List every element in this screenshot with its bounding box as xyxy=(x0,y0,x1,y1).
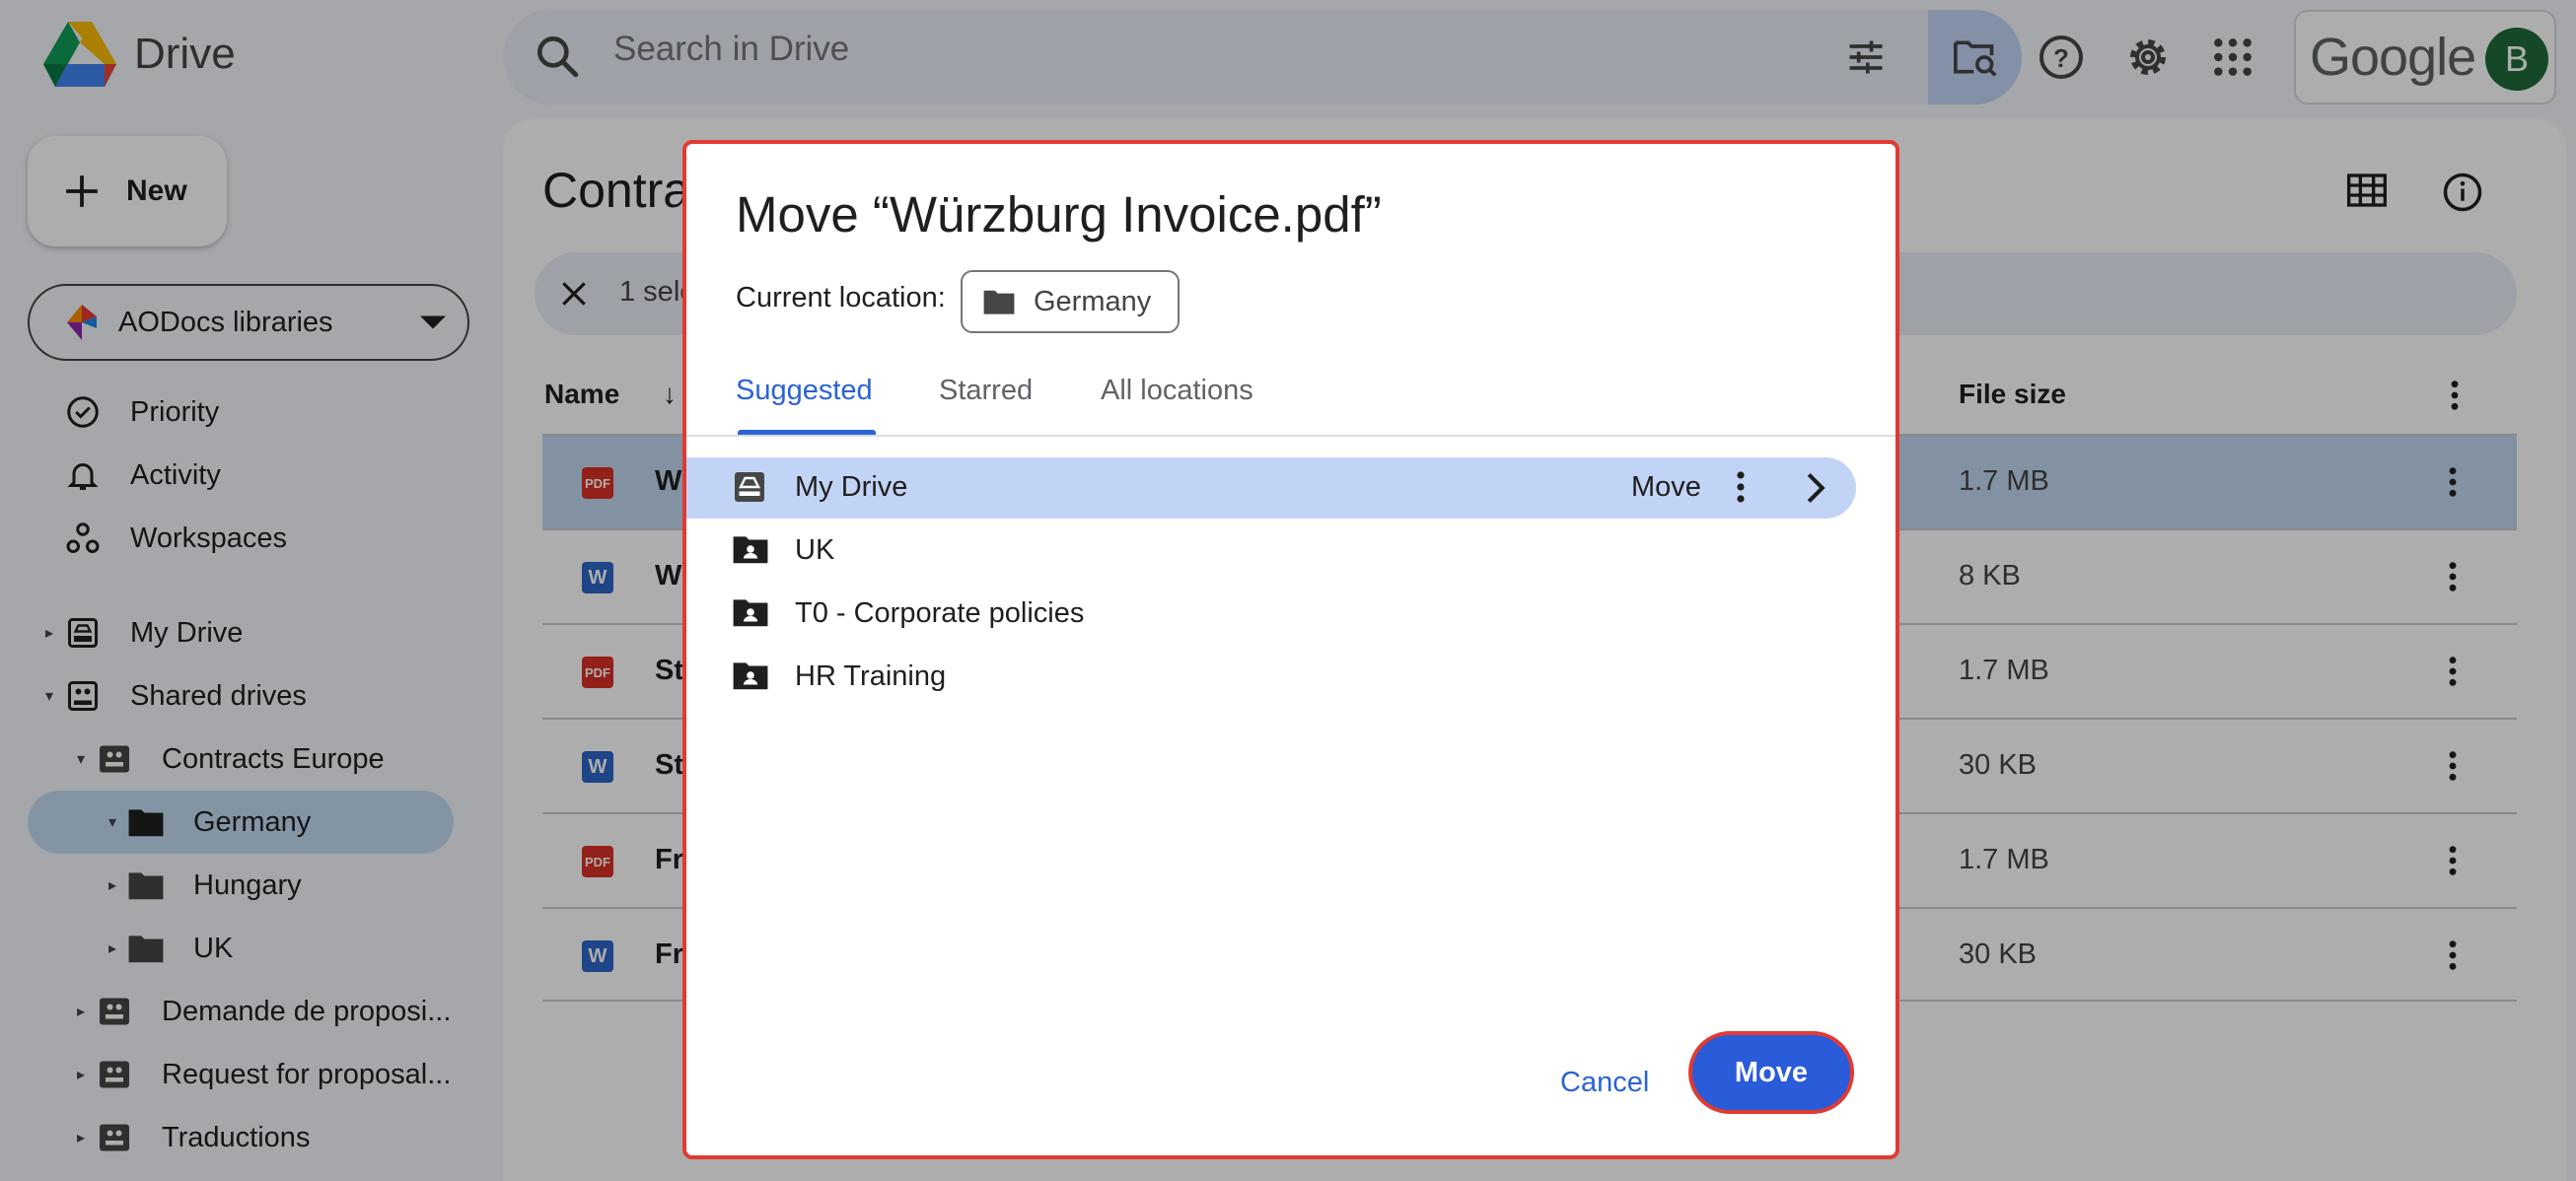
more-vert-icon[interactable] xyxy=(1734,469,1748,505)
current-location-chip[interactable]: Germany xyxy=(961,270,1180,333)
shared-folder-icon xyxy=(732,659,769,692)
dialog-title: Move “Würzburg Invoice.pdf” xyxy=(736,186,1382,243)
my-drive-icon xyxy=(732,469,767,505)
tab-all-locations[interactable]: All locations xyxy=(1101,375,1253,407)
row-move-button[interactable]: Move xyxy=(1631,471,1701,504)
location-row-uk[interactable]: UK xyxy=(686,521,1856,582)
current-location-label: Current location: xyxy=(736,282,946,313)
location-name: My Drive xyxy=(795,471,908,503)
tab-suggested[interactable]: Suggested xyxy=(736,375,873,407)
tab-starred[interactable]: Starred xyxy=(939,375,1033,407)
location-name: HR Training xyxy=(795,660,947,692)
cancel-button[interactable]: Cancel xyxy=(1540,1053,1669,1113)
location-name: UK xyxy=(795,534,835,566)
location-row-my-drive[interactable]: My Drive Move xyxy=(686,457,1856,519)
location-row-hr-training[interactable]: HR Training xyxy=(686,647,1856,708)
location-name: T0 - Corporate policies xyxy=(795,597,1085,629)
shared-folder-icon xyxy=(732,532,769,566)
move-button[interactable]: Move xyxy=(1688,1031,1854,1114)
shared-folder-icon xyxy=(732,595,769,629)
folder-icon xyxy=(983,290,1015,314)
location-row-t0-corporate-policies[interactable]: T0 - Corporate policies xyxy=(686,584,1856,645)
current-location-name: Germany xyxy=(1034,285,1152,317)
chevron-right-icon[interactable] xyxy=(1805,471,1826,505)
move-dialog: Move “Würzburg Invoice.pdf” Current loca… xyxy=(682,140,1899,1159)
tabs-divider xyxy=(686,435,1896,437)
